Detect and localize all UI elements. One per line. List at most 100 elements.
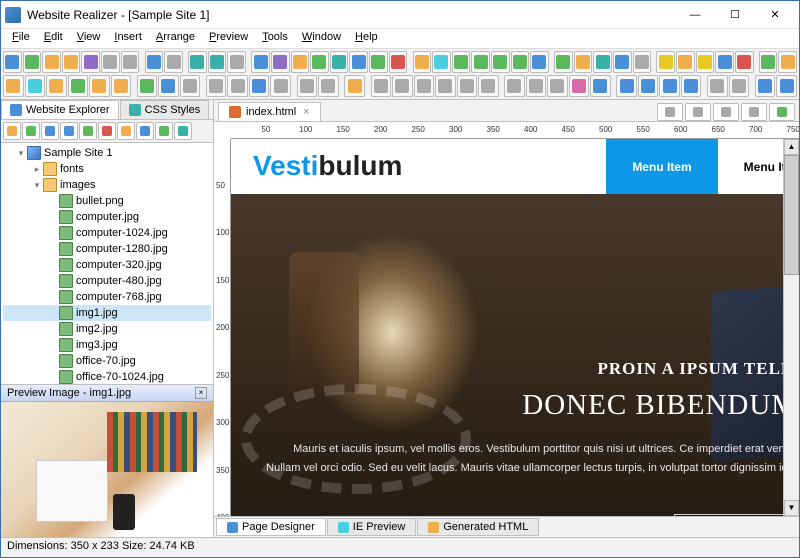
tree-item[interactable]: computer.jpg	[3, 209, 211, 225]
tab-website-explorer[interactable]: Website Explorer	[1, 100, 119, 119]
preview-header[interactable]: Preview Image - img1.jpg ×	[1, 384, 213, 402]
site-logo[interactable]: Vestibulum	[253, 150, 402, 183]
tab-ie-preview[interactable]: IE Preview	[327, 518, 417, 536]
toolbar-button[interactable]	[389, 51, 408, 73]
toolbar-button[interactable]	[715, 51, 734, 73]
toolbar-button[interactable]	[101, 51, 120, 73]
menu-file[interactable]: File	[5, 29, 37, 48]
toolbar-button[interactable]	[530, 51, 549, 73]
toolbar-button[interactable]	[491, 51, 510, 73]
tree-item[interactable]: img1.jpg	[3, 305, 211, 321]
scroll-thumb[interactable]	[784, 155, 799, 275]
toolbar-button[interactable]	[755, 75, 776, 97]
tab-close-icon[interactable]: ×	[303, 106, 309, 118]
toolbar-button[interactable]	[759, 51, 778, 73]
canvas-tool-button[interactable]	[741, 103, 767, 121]
tree-item[interactable]: computer-768.jpg	[3, 289, 211, 305]
toolbar-button[interactable]	[271, 51, 290, 73]
scroll-up-icon[interactable]: ▲	[784, 139, 799, 155]
toolbar-button[interactable]	[344, 75, 365, 97]
explorer-tool-button[interactable]	[22, 122, 40, 140]
toolbar-button[interactable]	[3, 75, 24, 97]
toolbar-button[interactable]	[413, 51, 432, 73]
tree-twist-icon[interactable]: ▸	[31, 164, 43, 175]
tree-item[interactable]: img2.jpg	[3, 321, 211, 337]
toolbar-button[interactable]	[638, 75, 659, 97]
toolbar-button[interactable]	[68, 75, 89, 97]
toolbar-button[interactable]	[23, 51, 42, 73]
toolbar-button[interactable]	[180, 75, 201, 97]
menu-view[interactable]: View	[70, 29, 108, 48]
canvas-tool-button[interactable]	[685, 103, 711, 121]
toolbar-button[interactable]	[206, 75, 227, 97]
tree-twist-icon[interactable]: ▾	[31, 180, 43, 191]
toolbar-button[interactable]	[392, 75, 413, 97]
toolbar-button[interactable]	[310, 51, 329, 73]
toolbar-button[interactable]	[547, 75, 568, 97]
explorer-tool-button[interactable]	[3, 122, 21, 140]
toolbar-button[interactable]	[435, 75, 456, 97]
tree-item[interactable]: ▾Sample Site 1	[3, 145, 211, 161]
menu-preview[interactable]: Preview	[202, 29, 255, 48]
tree-item[interactable]: computer-480.jpg	[3, 273, 211, 289]
menu-arrange[interactable]: Arrange	[149, 29, 202, 48]
title-bar[interactable]: Website Realizer - [Sample Site 1] — ☐ ✕	[1, 1, 799, 29]
toolbar-button[interactable]	[62, 51, 81, 73]
tree-item[interactable]: computer-1024.jpg	[3, 225, 211, 241]
explorer-tool-button[interactable]	[117, 122, 135, 140]
toolbar-button[interactable]	[188, 51, 207, 73]
toolbar-button[interactable]	[121, 51, 140, 73]
toolbar-button[interactable]	[42, 51, 61, 73]
toolbar-button[interactable]	[616, 75, 637, 97]
nav-item-1[interactable]: Menu Item	[606, 139, 717, 194]
toolbar-button[interactable]	[145, 51, 164, 73]
toolbar-button[interactable]	[249, 75, 270, 97]
design-canvas[interactable]: Vestibulum Menu Item Menu Item PROIN A I…	[231, 139, 783, 516]
tree-twist-icon[interactable]: ▾	[15, 148, 27, 159]
toolbar-button[interactable]	[270, 75, 291, 97]
toolbar-button[interactable]	[554, 51, 573, 73]
toolbar-button[interactable]	[349, 51, 368, 73]
toolbar-button[interactable]	[776, 75, 797, 97]
toolbar-button[interactable]	[3, 51, 22, 73]
tree-item[interactable]: computer-320.jpg	[3, 257, 211, 273]
tab-generated-html[interactable]: Generated HTML	[417, 518, 539, 536]
menu-edit[interactable]: Edit	[37, 29, 70, 48]
explorer-tool-button[interactable]	[60, 122, 78, 140]
tree-item[interactable]: computer-1280.jpg	[3, 241, 211, 257]
toolbar-button[interactable]	[137, 75, 158, 97]
toolbar-button[interactable]	[613, 51, 632, 73]
toolbar-button[interactable]	[297, 75, 318, 97]
tree-item[interactable]: office-70-1024.jpg	[3, 369, 211, 384]
toolbar-button[interactable]	[590, 75, 611, 97]
toolbar-button[interactable]	[111, 75, 132, 97]
toolbar-button[interactable]	[227, 75, 248, 97]
document-tab-index[interactable]: index.html ×	[218, 102, 321, 121]
toolbar-button[interactable]	[707, 75, 728, 97]
toolbar-button[interactable]	[25, 75, 46, 97]
toolbar-button[interactable]	[369, 51, 388, 73]
close-button[interactable]: ✕	[755, 3, 795, 27]
scroll-down-icon[interactable]: ▼	[784, 500, 799, 516]
toolbar-button[interactable]	[471, 51, 490, 73]
explorer-tool-button[interactable]	[79, 122, 97, 140]
explorer-tool-button[interactable]	[174, 122, 192, 140]
minimize-button[interactable]: —	[675, 3, 715, 27]
toolbar-button[interactable]	[89, 75, 110, 97]
toolbar-button[interactable]	[504, 75, 525, 97]
toolbar-button[interactable]	[208, 51, 227, 73]
toolbar-button[interactable]	[676, 51, 695, 73]
vertical-scrollbar[interactable]: ▲ ▼	[783, 139, 799, 516]
toolbar-button[interactable]	[81, 51, 100, 73]
canvas-tool-button[interactable]	[769, 103, 795, 121]
toolbar-button[interactable]	[452, 51, 471, 73]
toolbar-button[interactable]	[227, 51, 246, 73]
toolbar-button[interactable]	[656, 51, 675, 73]
toolbar-button[interactable]	[291, 51, 310, 73]
nav-item-2[interactable]: Menu Item	[718, 139, 783, 194]
toolbar-button[interactable]	[46, 75, 67, 97]
tree-item[interactable]: office-70.jpg	[3, 353, 211, 369]
toolbar-button[interactable]	[681, 75, 702, 97]
toolbar-button[interactable]	[158, 75, 179, 97]
maximize-button[interactable]: ☐	[715, 3, 755, 27]
